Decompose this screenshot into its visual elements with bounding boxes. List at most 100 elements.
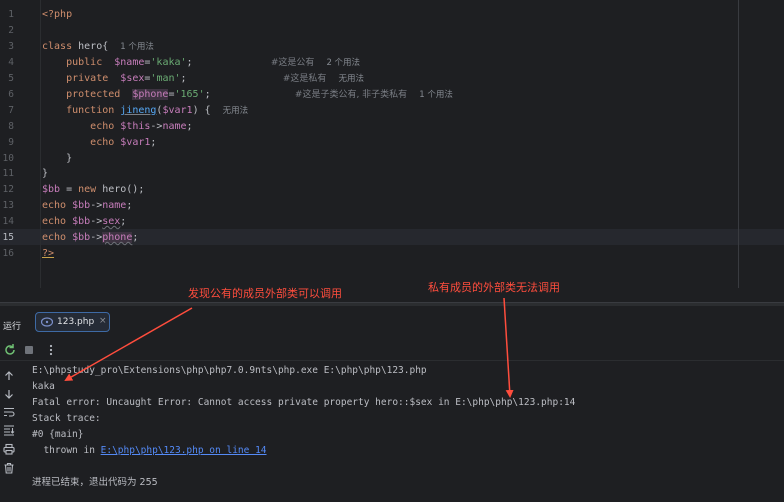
file-location-link[interactable]: E:\php\php\123.php on line 14 xyxy=(101,445,267,456)
arrow-operator: -> xyxy=(150,121,163,132)
console-output-line: kaka xyxy=(32,381,55,392)
run-tab-123-php[interactable]: 123.php × xyxy=(35,312,110,332)
arrow-operator: -> xyxy=(90,216,103,227)
param-var: $var1 xyxy=(120,137,151,148)
line-number: 13 xyxy=(2,200,14,211)
variable: $bb xyxy=(72,232,91,243)
comment: #这是子类公有, 非子类私有 xyxy=(294,90,408,100)
semicolon: ; xyxy=(186,57,193,68)
close-icon[interactable]: × xyxy=(99,316,107,326)
variable: $bb xyxy=(72,216,91,227)
keyword: new xyxy=(78,184,97,195)
closing-brace: } xyxy=(66,153,73,164)
annotation-public: 发现公有的成员外部类可以调用 xyxy=(188,287,342,300)
comment: #这是公有 xyxy=(270,58,315,68)
property-access: name xyxy=(162,121,187,132)
code-line-11[interactable]: } xyxy=(42,166,48,182)
line-number: 11 xyxy=(2,168,14,179)
code-editor[interactable]: 1 2 3 4 5 6 7 8 9 10 11 12 13 14 15 16 <… xyxy=(0,0,784,288)
property-var: $sex xyxy=(120,73,145,84)
property-access-highlighted: phone xyxy=(102,232,133,243)
semicolon: ; xyxy=(180,73,187,84)
usage-hint[interactable]: 1 个用法 xyxy=(419,90,453,100)
semicolon: ; xyxy=(150,137,157,148)
code-line-8[interactable]: echo $this->name; xyxy=(42,119,193,135)
usage-hint[interactable]: 1 个用法 xyxy=(120,42,154,52)
line-number-active: 15 xyxy=(2,232,14,243)
semicolon: ; xyxy=(132,232,139,243)
usage-hint[interactable]: 无用法 xyxy=(223,106,249,116)
rerun-icon[interactable] xyxy=(3,343,17,357)
code-line-5[interactable]: private $sex='man'; #这是私有 无用法 xyxy=(42,71,364,87)
soft-wrap-icon[interactable] xyxy=(3,406,15,418)
code-line-12[interactable]: $bb = new hero(); xyxy=(42,182,144,198)
toolbar-divider xyxy=(0,360,784,361)
more-options-icon[interactable] xyxy=(44,343,58,357)
variable: $bb xyxy=(42,184,61,195)
semicolon: ; xyxy=(204,89,211,100)
usage-hint[interactable]: 无用法 xyxy=(338,74,364,84)
arrow-operator: -> xyxy=(90,200,103,211)
line-number: 9 xyxy=(8,137,14,148)
line-number: 4 xyxy=(8,57,14,68)
stop-icon[interactable] xyxy=(22,343,36,357)
string-literal: 'kaka' xyxy=(150,57,187,68)
code-line-13[interactable]: echo $bb->name; xyxy=(42,198,132,214)
variable: $bb xyxy=(72,200,91,211)
string-literal: '165' xyxy=(174,89,205,100)
console-stack-trace-line: Stack trace: xyxy=(32,413,101,424)
php-open-tag: <?php xyxy=(42,9,73,20)
operator: = xyxy=(60,184,79,195)
process-exit-line: 进程已结束，退出代码为 255 xyxy=(32,477,158,488)
line-number: 8 xyxy=(8,121,14,132)
keyword: public xyxy=(66,57,103,68)
keyword: echo xyxy=(42,232,67,243)
code-line-1[interactable]: <?php xyxy=(42,7,72,23)
line-number: 5 xyxy=(8,73,14,84)
code-line-15[interactable]: echo $bb->phone; xyxy=(42,230,138,246)
print-icon[interactable] xyxy=(3,443,15,455)
arrow-operator: -> xyxy=(90,232,103,243)
code-line-10[interactable]: } xyxy=(42,151,72,167)
run-tab-label: 123.php xyxy=(57,317,95,327)
code-line-7[interactable]: function jineng($var1) { 无用法 xyxy=(42,103,248,119)
code-line-3[interactable]: class hero{ 1 个用法 xyxy=(42,39,154,55)
trash-icon[interactable] xyxy=(3,462,15,474)
keyword: echo xyxy=(42,216,67,227)
code-line-9[interactable]: echo $var1; xyxy=(42,135,156,151)
code-line-16[interactable]: ?> xyxy=(42,246,54,262)
closing-brace: } xyxy=(42,168,49,179)
console-stack-frame-line: #0 {main} xyxy=(32,429,84,440)
line-number-gutter: 1 2 3 4 5 6 7 8 9 10 11 12 13 14 15 16 xyxy=(0,0,36,288)
code-line-14[interactable]: echo $bb->sex; xyxy=(42,214,126,230)
line-number: 7 xyxy=(8,105,14,116)
constructor-call: hero(); xyxy=(96,184,145,195)
semicolon: ; xyxy=(120,216,127,227)
class-name: hero{ xyxy=(72,41,109,52)
keyword: echo xyxy=(90,137,115,148)
arrow-up-icon[interactable] xyxy=(3,370,15,382)
property-access: name xyxy=(102,200,127,211)
code-line-4[interactable]: public $name='kaka'; #这是公有 2 个用法 xyxy=(42,55,360,71)
this-var: $this xyxy=(120,121,151,132)
param-var: $var1 xyxy=(162,105,193,116)
property-var-highlighted: $phone xyxy=(132,89,169,100)
property-var: $name xyxy=(114,57,145,68)
line-number: 12 xyxy=(2,184,14,195)
line-number: 6 xyxy=(8,89,14,100)
keyword: echo xyxy=(42,200,67,211)
scroll-to-end-icon[interactable] xyxy=(3,424,15,436)
arrow-down-icon[interactable] xyxy=(3,388,15,400)
line-number: 14 xyxy=(2,216,14,227)
usage-hint[interactable]: 2 个用法 xyxy=(326,58,360,68)
line-number: 1 xyxy=(8,9,14,20)
annotation-private: 私有成员的外部类无法调用 xyxy=(428,281,560,294)
semicolon: ; xyxy=(186,121,193,132)
code-line-6[interactable]: protected $phone='165'; #这是子类公有, 非子类私有 1… xyxy=(42,87,453,103)
gutter-divider xyxy=(40,0,41,288)
semicolon: ; xyxy=(126,200,133,211)
function-name: jineng xyxy=(120,105,157,116)
line-number: 10 xyxy=(2,153,14,164)
paren: ) { xyxy=(192,105,211,116)
keyword: private xyxy=(66,73,109,84)
